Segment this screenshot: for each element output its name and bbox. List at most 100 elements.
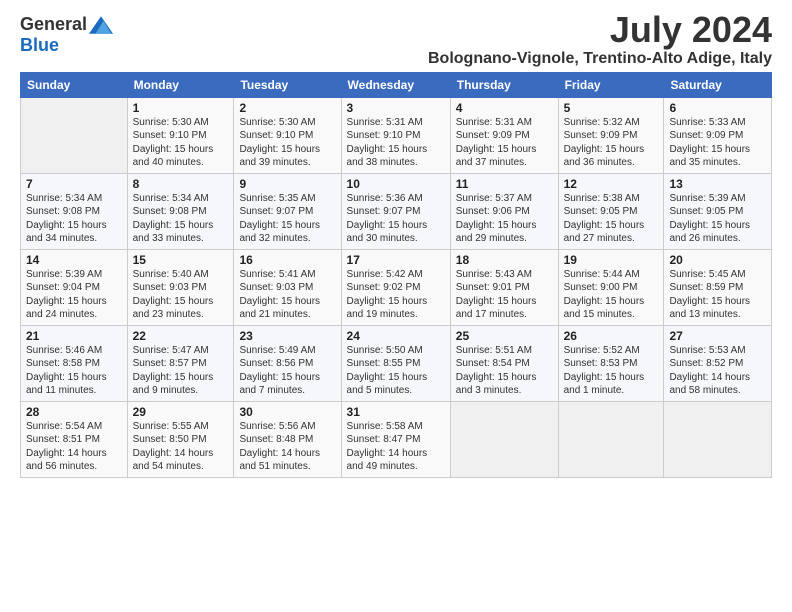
day-info: Sunrise: 5:53 AMSunset: 8:52 PMDaylight:…: [669, 344, 766, 398]
day-info: Sunrise: 5:43 AMSunset: 9:01 PMDaylight:…: [456, 268, 553, 322]
day-header-saturday: Saturday: [664, 72, 772, 97]
day-number: 20: [669, 253, 766, 267]
calendar-cell: 8Sunrise: 5:34 AMSunset: 9:08 PMDaylight…: [127, 173, 234, 249]
calendar-cell: 24Sunrise: 5:50 AMSunset: 8:55 PMDayligh…: [341, 325, 450, 401]
calendar-cell: 19Sunrise: 5:44 AMSunset: 9:00 PMDayligh…: [558, 249, 664, 325]
day-number: 11: [456, 177, 553, 191]
day-header-sunday: Sunday: [21, 72, 128, 97]
calendar-cell: 2Sunrise: 5:30 AMSunset: 9:10 PMDaylight…: [234, 97, 341, 173]
calendar-cell: 16Sunrise: 5:41 AMSunset: 9:03 PMDayligh…: [234, 249, 341, 325]
day-number: 23: [239, 329, 335, 343]
day-number: 8: [133, 177, 229, 191]
logo-icon: [89, 15, 113, 35]
day-header-friday: Friday: [558, 72, 664, 97]
calendar-cell: 28Sunrise: 5:54 AMSunset: 8:51 PMDayligh…: [21, 401, 128, 477]
day-header-tuesday: Tuesday: [234, 72, 341, 97]
day-number: 6: [669, 101, 766, 115]
calendar-cell: 18Sunrise: 5:43 AMSunset: 9:01 PMDayligh…: [450, 249, 558, 325]
day-info: Sunrise: 5:36 AMSunset: 9:07 PMDaylight:…: [347, 192, 445, 246]
day-info: Sunrise: 5:37 AMSunset: 9:06 PMDaylight:…: [456, 192, 553, 246]
calendar-cell: 30Sunrise: 5:56 AMSunset: 8:48 PMDayligh…: [234, 401, 341, 477]
day-info: Sunrise: 5:56 AMSunset: 8:48 PMDaylight:…: [239, 420, 335, 474]
calendar-cell: 12Sunrise: 5:38 AMSunset: 9:05 PMDayligh…: [558, 173, 664, 249]
calendar-cell: 31Sunrise: 5:58 AMSunset: 8:47 PMDayligh…: [341, 401, 450, 477]
week-row-5: 28Sunrise: 5:54 AMSunset: 8:51 PMDayligh…: [21, 401, 772, 477]
day-number: 17: [347, 253, 445, 267]
calendar-cell: 4Sunrise: 5:31 AMSunset: 9:09 PMDaylight…: [450, 97, 558, 173]
logo-blue: Blue: [20, 35, 59, 56]
day-number: 26: [564, 329, 659, 343]
day-info: Sunrise: 5:54 AMSunset: 8:51 PMDaylight:…: [26, 420, 122, 474]
day-info: Sunrise: 5:35 AMSunset: 9:07 PMDaylight:…: [239, 192, 335, 246]
calendar-cell: 6Sunrise: 5:33 AMSunset: 9:09 PMDaylight…: [664, 97, 772, 173]
day-number: 22: [133, 329, 229, 343]
day-info: Sunrise: 5:33 AMSunset: 9:09 PMDaylight:…: [669, 116, 766, 170]
day-number: 7: [26, 177, 122, 191]
day-info: Sunrise: 5:30 AMSunset: 9:10 PMDaylight:…: [133, 116, 229, 170]
day-header-thursday: Thursday: [450, 72, 558, 97]
calendar-cell: [558, 401, 664, 477]
day-number: 27: [669, 329, 766, 343]
day-number: 4: [456, 101, 553, 115]
day-info: Sunrise: 5:30 AMSunset: 9:10 PMDaylight:…: [239, 116, 335, 170]
day-info: Sunrise: 5:50 AMSunset: 8:55 PMDaylight:…: [347, 344, 445, 398]
calendar-cell: 26Sunrise: 5:52 AMSunset: 8:53 PMDayligh…: [558, 325, 664, 401]
day-number: 25: [456, 329, 553, 343]
calendar-cell: 3Sunrise: 5:31 AMSunset: 9:10 PMDaylight…: [341, 97, 450, 173]
logo-general: General: [20, 14, 87, 35]
day-info: Sunrise: 5:31 AMSunset: 9:10 PMDaylight:…: [347, 116, 445, 170]
day-number: 19: [564, 253, 659, 267]
day-number: 9: [239, 177, 335, 191]
calendar-cell: 15Sunrise: 5:40 AMSunset: 9:03 PMDayligh…: [127, 249, 234, 325]
day-info: Sunrise: 5:51 AMSunset: 8:54 PMDaylight:…: [456, 344, 553, 398]
page: General Blue July 2024 Bolognano-Vignole…: [0, 0, 792, 488]
calendar-cell: 20Sunrise: 5:45 AMSunset: 8:59 PMDayligh…: [664, 249, 772, 325]
calendar-cell: 13Sunrise: 5:39 AMSunset: 9:05 PMDayligh…: [664, 173, 772, 249]
calendar-cell: 9Sunrise: 5:35 AMSunset: 9:07 PMDaylight…: [234, 173, 341, 249]
calendar-cell: 14Sunrise: 5:39 AMSunset: 9:04 PMDayligh…: [21, 249, 128, 325]
day-number: 18: [456, 253, 553, 267]
day-info: Sunrise: 5:47 AMSunset: 8:57 PMDaylight:…: [133, 344, 229, 398]
day-number: 13: [669, 177, 766, 191]
day-info: Sunrise: 5:38 AMSunset: 9:05 PMDaylight:…: [564, 192, 659, 246]
calendar-cell: [21, 97, 128, 173]
calendar-table: SundayMondayTuesdayWednesdayThursdayFrid…: [20, 72, 772, 478]
day-info: Sunrise: 5:42 AMSunset: 9:02 PMDaylight:…: [347, 268, 445, 322]
calendar-cell: 21Sunrise: 5:46 AMSunset: 8:58 PMDayligh…: [21, 325, 128, 401]
day-info: Sunrise: 5:39 AMSunset: 9:05 PMDaylight:…: [669, 192, 766, 246]
day-number: 16: [239, 253, 335, 267]
day-number: 15: [133, 253, 229, 267]
day-number: 1: [133, 101, 229, 115]
calendar-cell: 29Sunrise: 5:55 AMSunset: 8:50 PMDayligh…: [127, 401, 234, 477]
day-number: 21: [26, 329, 122, 343]
calendar-cell: 27Sunrise: 5:53 AMSunset: 8:52 PMDayligh…: [664, 325, 772, 401]
day-info: Sunrise: 5:49 AMSunset: 8:56 PMDaylight:…: [239, 344, 335, 398]
day-number: 30: [239, 405, 335, 419]
day-number: 24: [347, 329, 445, 343]
day-header-monday: Monday: [127, 72, 234, 97]
day-info: Sunrise: 5:45 AMSunset: 8:59 PMDaylight:…: [669, 268, 766, 322]
day-info: Sunrise: 5:41 AMSunset: 9:03 PMDaylight:…: [239, 268, 335, 322]
calendar-cell: 7Sunrise: 5:34 AMSunset: 9:08 PMDaylight…: [21, 173, 128, 249]
logo: General Blue: [20, 14, 113, 56]
calendar-cell: 23Sunrise: 5:49 AMSunset: 8:56 PMDayligh…: [234, 325, 341, 401]
day-info: Sunrise: 5:34 AMSunset: 9:08 PMDaylight:…: [26, 192, 122, 246]
calendar-cell: 10Sunrise: 5:36 AMSunset: 9:07 PMDayligh…: [341, 173, 450, 249]
main-title: July 2024: [428, 10, 772, 50]
title-block: July 2024 Bolognano-Vignole, Trentino-Al…: [428, 10, 772, 68]
calendar-cell: 11Sunrise: 5:37 AMSunset: 9:06 PMDayligh…: [450, 173, 558, 249]
header-row: SundayMondayTuesdayWednesdayThursdayFrid…: [21, 72, 772, 97]
day-number: 2: [239, 101, 335, 115]
day-info: Sunrise: 5:55 AMSunset: 8:50 PMDaylight:…: [133, 420, 229, 474]
calendar-cell: [664, 401, 772, 477]
day-number: 12: [564, 177, 659, 191]
calendar-cell: [450, 401, 558, 477]
calendar-cell: 25Sunrise: 5:51 AMSunset: 8:54 PMDayligh…: [450, 325, 558, 401]
day-info: Sunrise: 5:44 AMSunset: 9:00 PMDaylight:…: [564, 268, 659, 322]
week-row-3: 14Sunrise: 5:39 AMSunset: 9:04 PMDayligh…: [21, 249, 772, 325]
calendar-cell: 22Sunrise: 5:47 AMSunset: 8:57 PMDayligh…: [127, 325, 234, 401]
day-info: Sunrise: 5:34 AMSunset: 9:08 PMDaylight:…: [133, 192, 229, 246]
calendar-cell: 17Sunrise: 5:42 AMSunset: 9:02 PMDayligh…: [341, 249, 450, 325]
day-number: 14: [26, 253, 122, 267]
day-info: Sunrise: 5:31 AMSunset: 9:09 PMDaylight:…: [456, 116, 553, 170]
